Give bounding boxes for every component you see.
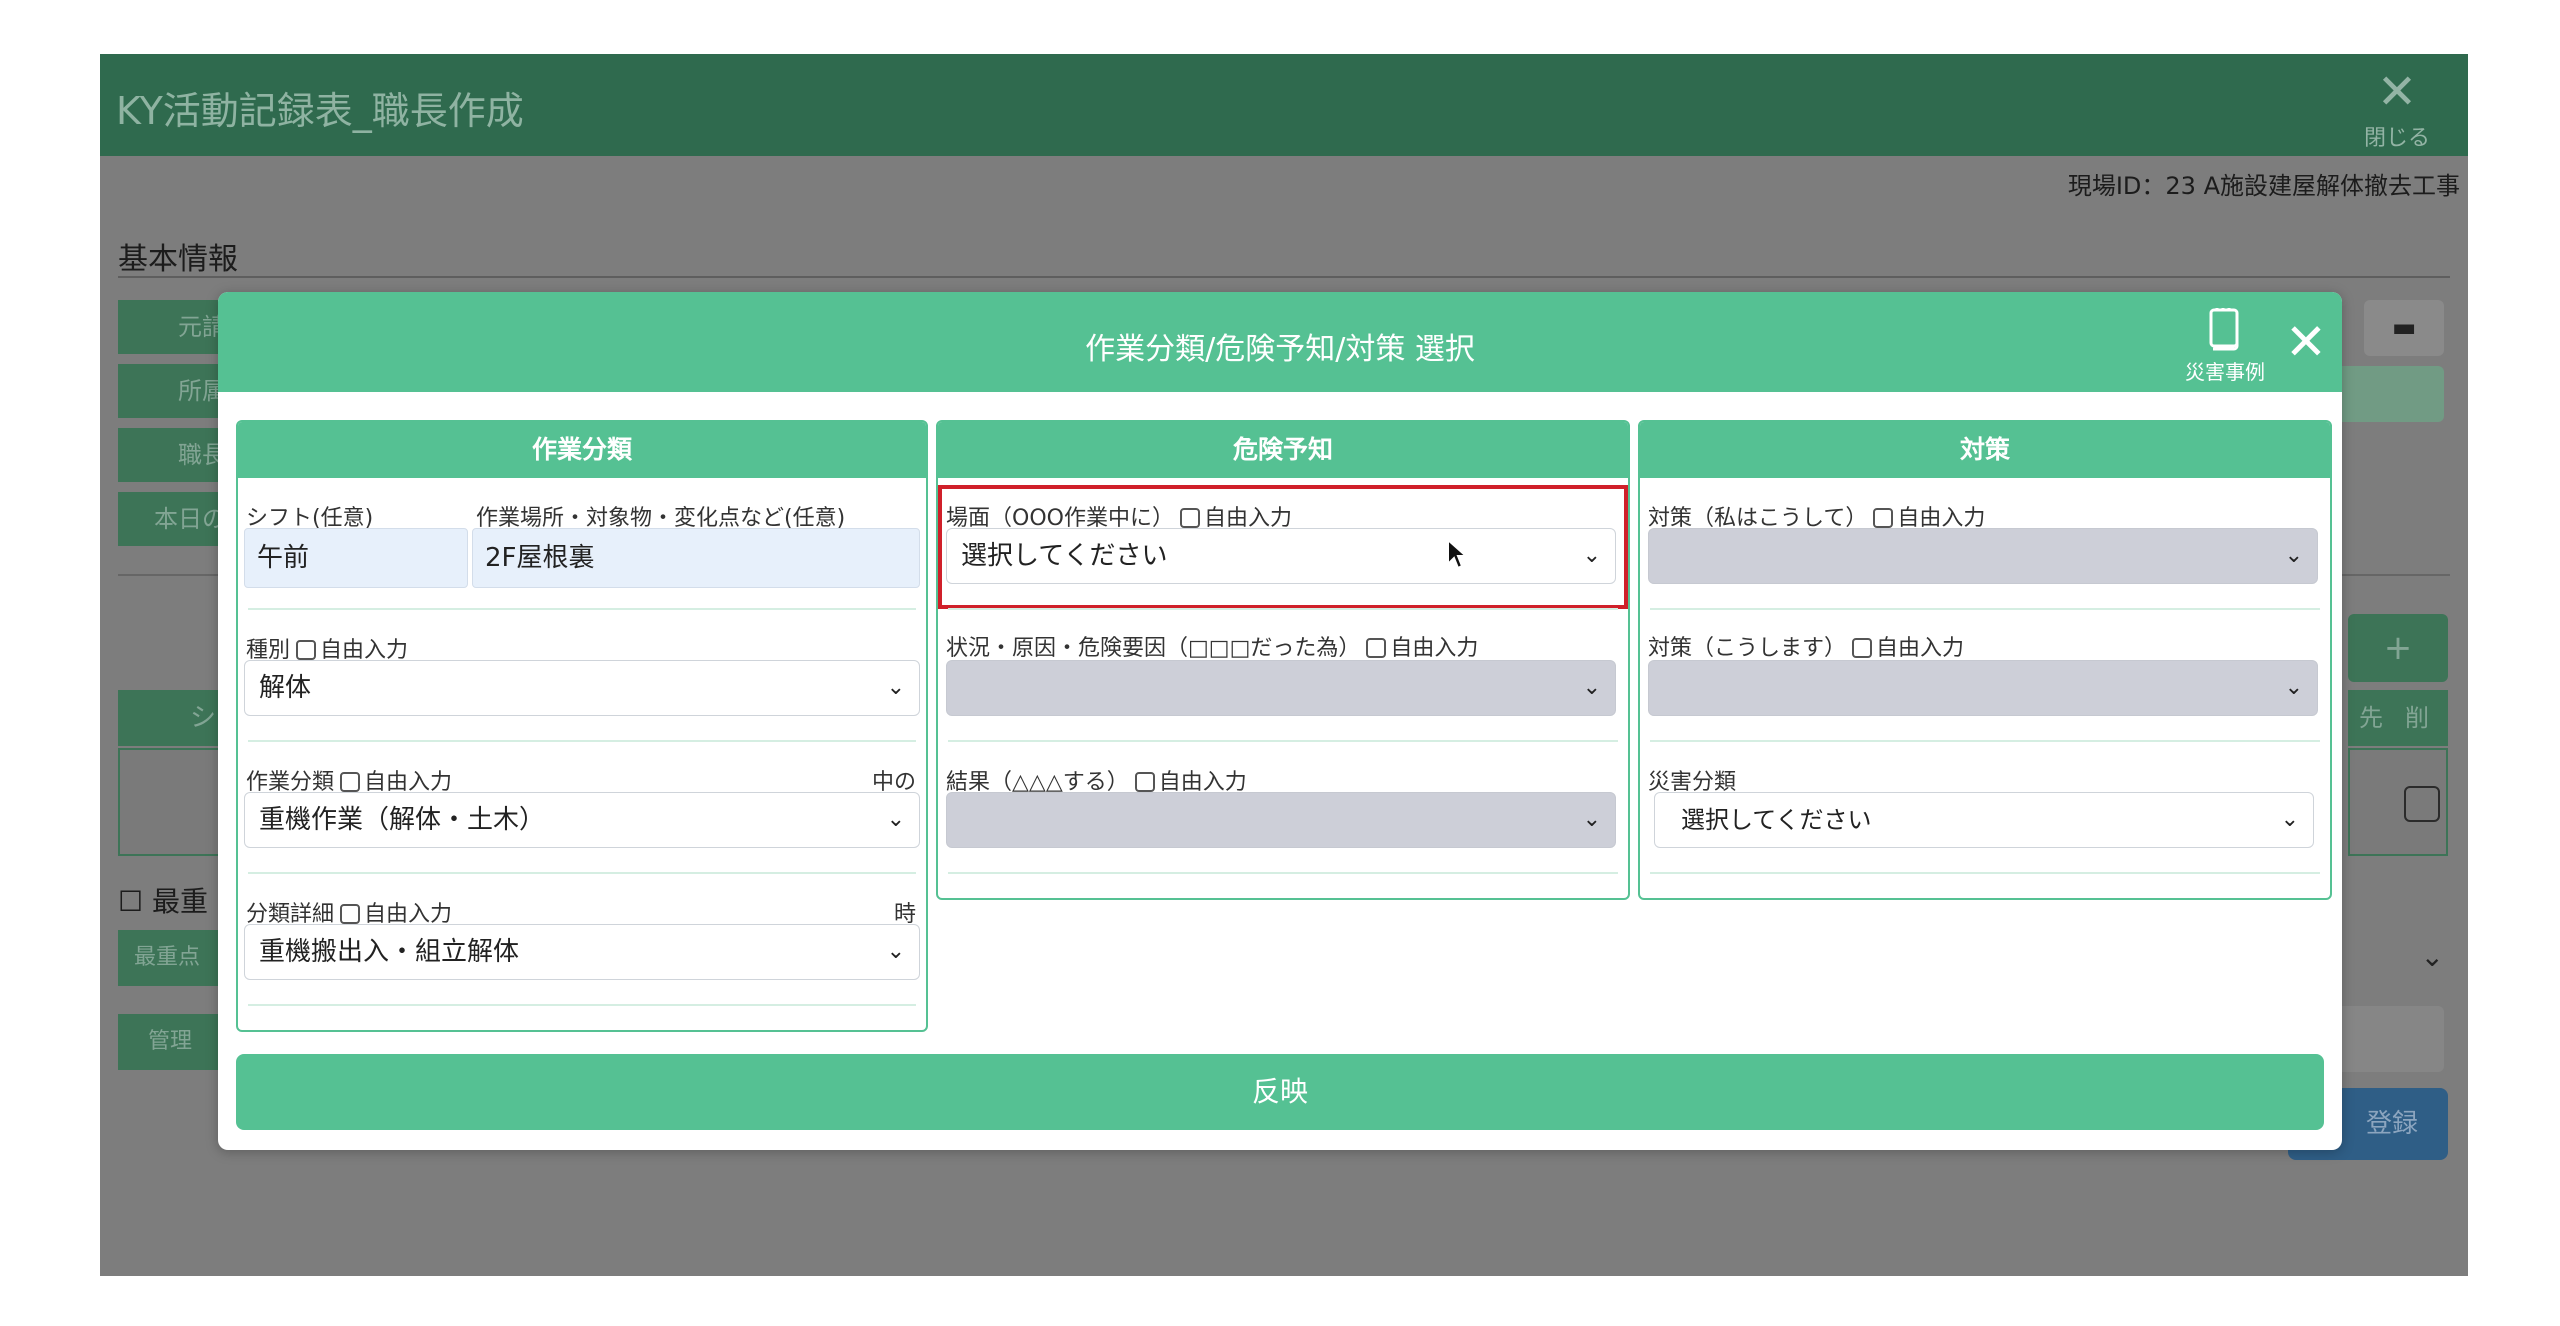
chevron-down-icon: ⌄ [2284,543,2303,568]
type-free-input-checkbox[interactable] [296,640,317,660]
basic-info-heading: 基本情報 [118,242,238,277]
situation-select[interactable]: ⌄ [946,660,1616,716]
disaster-category-value: 選択してください [1681,806,1872,834]
category-select-value: 重機作業（解体・土木） [259,805,546,835]
hazard-prediction-panel: 危険予知 場面（OOO作業中に） 自由入力 選択してください ⌄ 状況・原因・危険… [936,420,1630,900]
free-input-label: 自由入力 [1876,636,1965,661]
category-free-input-checkbox[interactable] [340,772,361,792]
work-classification-panel: 作業分類 シフト(任意) 作業場所・対象物・変化点など(任意) 午前 2F屋根裏… [236,420,928,1032]
scene-highlight-box [938,485,1628,609]
bg-priority-field-label: 最重点 [118,930,228,986]
modal-close-button[interactable]: ✕ [2278,314,2334,370]
free-input-label: 自由入力 [1390,636,1479,661]
chevron-down-icon: ⌄ [886,675,905,700]
type-select-value: 解体 [259,673,312,703]
disaster-cases-button[interactable]: 災害事例 [2170,306,2280,385]
close-icon: ✕ [2376,64,2418,120]
measure2-select[interactable]: ⌄ [1648,660,2318,716]
bg-header-cell: 削 [2405,704,2429,732]
result-select[interactable]: ⌄ [946,792,1616,848]
measures-panel: 対策 対策（私はこうして） 自由入力 ⌄ 対策（こうします） 自由入力 ⌄ 災害分類… [1638,420,2332,900]
bg-table-cell [118,748,228,856]
detail-select-value: 重機搬出入・組立解体 [259,937,520,967]
situation-label-row: 状況・原因・危険要因（□□□だった為） 自由入力 [946,630,1478,662]
mouse-cursor-icon [1447,538,1468,570]
divider [118,276,2450,278]
app-close-label: 閉じる [2363,126,2430,151]
divider [248,608,916,610]
result-free-input-checkbox[interactable] [1134,772,1155,792]
situation-label: 状況・原因・危険要因（□□□だった為） [946,636,1361,661]
measure2-free-input-checkbox[interactable] [1852,638,1873,658]
divider [948,608,1618,610]
chevron-down-icon: ⌄ [2284,675,2303,700]
modal-title: 作業分類/危険予知/対策 選択 [1085,332,1475,367]
bg-table-header-right: 先削 [2348,690,2448,746]
app-close-button[interactable]: ✕ 閉じる [2352,64,2442,152]
calendar-icon[interactable]: ▬ [2364,300,2444,356]
chevron-down-icon: ⌄ [886,807,905,832]
divider [948,872,1618,874]
bg-priority-text: 最重 [152,885,209,918]
situation-free-input-checkbox[interactable] [1366,638,1387,658]
place-input[interactable]: 2F屋根裏 [472,528,920,588]
app-header: KY活動記録表_職長作成 ✕ 閉じる [100,54,2468,156]
divider [1650,608,2320,610]
bg-manager-label: 管理 [118,1014,228,1070]
detail-free-input-checkbox[interactable] [340,904,361,924]
site-id: 現場ID：23 A施設建屋解体撤去工事 [2067,172,2460,200]
divider [1650,872,2320,874]
divider [948,740,1618,742]
modal-header: 作業分類/危険予知/対策 選択 災害事例 ✕ [218,292,2342,392]
work-panel-heading: 作業分類 [238,422,926,478]
chevron-down-icon: ⌄ [1582,675,1601,700]
chevron-down-icon: ⌄ [886,939,905,964]
disaster-category-select[interactable]: 選択してください ⌄ [1654,792,2314,848]
measure1-free-input-checkbox[interactable] [1873,508,1894,528]
bg-priority-checkbox-label[interactable]: ☐ 最重 [118,880,208,920]
chevron-down-icon: ⌄ [1582,807,1601,832]
measure2-label: 対策（こうします） [1648,636,1847,661]
apply-button[interactable]: 反映 [236,1054,2324,1130]
type-select[interactable]: 解体 ⌄ [244,660,920,716]
selection-modal: 作業分類/危険予知/対策 選択 災害事例 ✕ 作業分類 シフト(任意) 作業場所… [218,292,2342,1150]
app-title: KY活動記録表_職長作成 [116,89,524,133]
shift-input[interactable]: 午前 [244,528,468,588]
measure1-select[interactable]: ⌄ [1648,528,2318,584]
bg-table-header: シ [118,690,228,746]
add-row-button[interactable]: + [2348,614,2448,682]
chevron-down-icon[interactable]: ⌄ [2421,940,2444,973]
category-select[interactable]: 重機作業（解体・土木） ⌄ [244,792,920,848]
disaster-cases-label: 災害事例 [2185,360,2265,384]
notebook-icon [2209,308,2239,351]
row-checkbox[interactable] [2404,786,2440,822]
chevron-down-icon: ⌄ [2280,807,2299,832]
measures-panel-heading: 対策 [1640,422,2330,478]
divider [1650,740,2320,742]
hazard-panel-heading: 危険予知 [938,422,1628,478]
detail-select[interactable]: 重機搬出入・組立解体 ⌄ [244,924,920,980]
divider [248,872,916,874]
divider [248,1004,916,1006]
bg-header-cell: 先 [2359,704,2383,732]
measure2-label-row: 対策（こうします） 自由入力 [1648,630,1964,662]
divider [248,740,916,742]
